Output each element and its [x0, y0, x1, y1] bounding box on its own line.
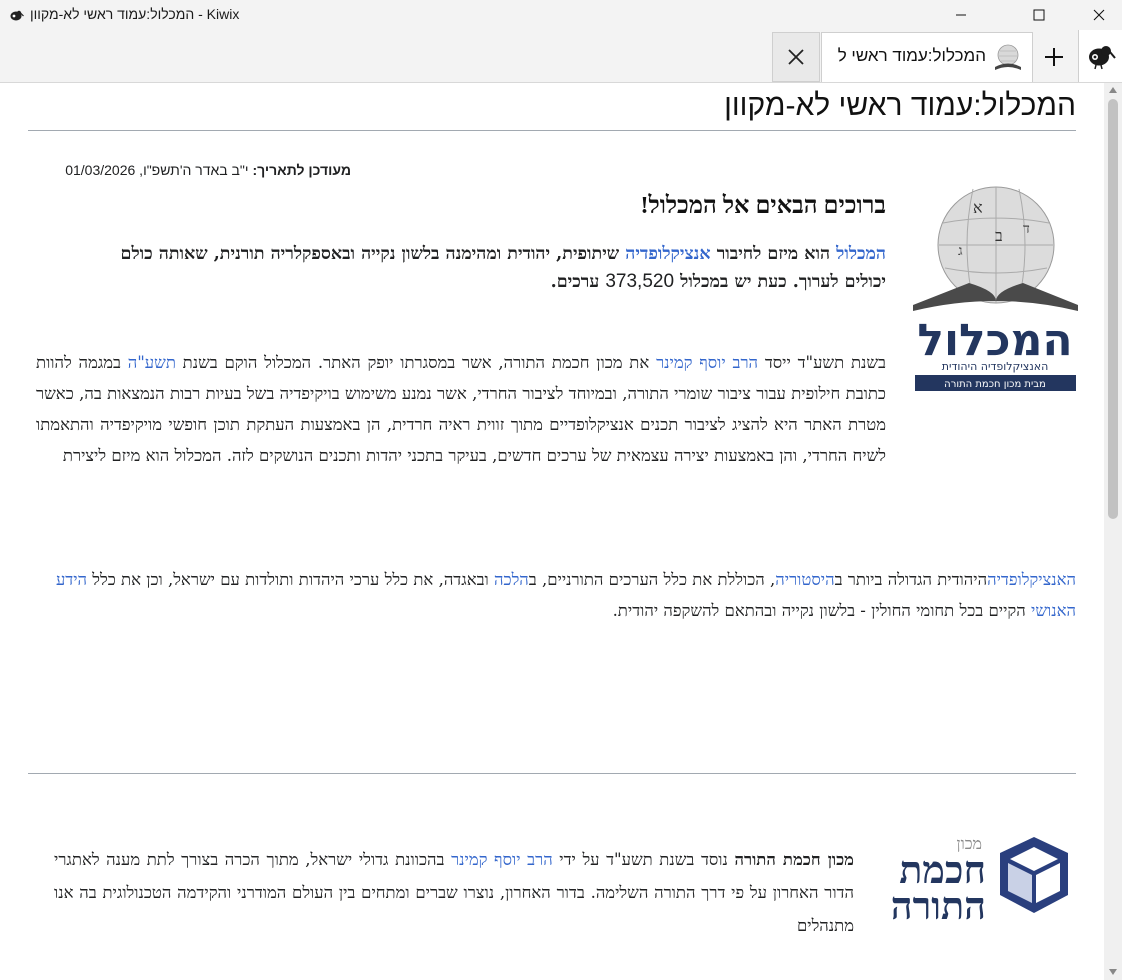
link-halacha[interactable]: הלכה — [494, 570, 529, 589]
about-paragraph-bottom: האנציקלופדיההיהודית הגדולה ביותר בהיסטור… — [26, 564, 1076, 688]
tab-bar-empty-area — [0, 30, 772, 82]
hamichlol-favicon-icon — [995, 44, 1021, 70]
svg-text:ג: ג — [958, 243, 963, 259]
vertical-scrollbar[interactable] — [1104, 83, 1122, 980]
close-icon — [1093, 9, 1105, 21]
para-text-6: ובאגדה, את כלל ערכי היהדות ותולדות עם יש… — [92, 570, 489, 589]
updated-label: מעודכן לתאריך: — [252, 162, 351, 178]
scrollbar-thumb[interactable] — [1108, 99, 1118, 519]
tab-bar: המכלול:עמוד ראשי ל — [0, 30, 1122, 83]
link-rabbi-kaminer[interactable]: הרב יוסף קמינר — [656, 353, 758, 372]
link-history[interactable]: היסטוריה — [775, 570, 834, 589]
link-hamichlol[interactable]: המכלול — [836, 244, 886, 264]
tab-main-page[interactable]: המכלול:עמוד ראשי ל — [821, 32, 1033, 82]
welcome-heading: ברוכים הבאים אל המכלול! — [640, 193, 886, 219]
link-the-encyclopedia[interactable]: האנציקלופדיה — [987, 570, 1076, 589]
scroll-up-arrow-icon[interactable] — [1109, 87, 1117, 93]
para-text-7: הקיים בכל תחומי החולין - בלשון נקייה ובה… — [612, 601, 1026, 620]
section-divider — [28, 773, 1076, 774]
close-tab-button[interactable] — [772, 32, 820, 82]
intro-text-3: ערכים. — [550, 272, 600, 292]
maximize-button[interactable] — [1016, 0, 1062, 30]
tab-title: המכלול:עמוד ראשי ל — [837, 46, 986, 65]
kiwix-bird-icon — [1089, 46, 1116, 70]
minimize-button[interactable] — [938, 0, 984, 30]
logo2-line2: התורה — [891, 883, 986, 925]
institute-paragraph: מכון חכמת התורה נוסד בשנת תשע"ד על ידי ה… — [54, 843, 854, 942]
machon-chochmat-hatorah-logo: מכון חכמת התורה — [891, 834, 1068, 925]
link-rabbi-kaminer-2[interactable]: הרב יוסף קמינר — [451, 850, 553, 869]
close-window-button[interactable] — [1076, 0, 1122, 30]
link-encyclopedia[interactable]: אנציקלופדיה — [625, 244, 710, 264]
window-title: המכלול:עמוד ראשי לא-מקוון - Kiwix — [30, 6, 240, 22]
hamichlol-logo: א ב ג ד המכלול האנציקלופדיה היהודית מבית… — [913, 186, 1078, 391]
intro-text-1: הוא מיזם לחיבור — [716, 244, 831, 264]
para-text-4: היהודית הגדולה ביותר ב — [834, 570, 988, 589]
maximize-icon — [1033, 9, 1045, 21]
window-title-bar: המכלול:עמוד ראשי לא-מקוון - Kiwix — [0, 0, 1122, 30]
svg-text:ד: ד — [1023, 221, 1030, 237]
link-year[interactable]: תשע"ה — [128, 353, 176, 372]
logo-sub-text: האנציקלופדיה היהודית — [942, 360, 1049, 373]
logo-main-text: המכלול — [917, 315, 1072, 366]
para-text-2: את מכון חכמת התורה, אשר במסגרתו יופק האת… — [182, 353, 650, 372]
kiwix-app-icon — [10, 10, 24, 21]
new-tab-button[interactable] — [1034, 32, 1074, 82]
svg-text:ב: ב — [995, 226, 1003, 245]
article-count: 373,520 — [605, 271, 675, 292]
kiwix-menu-button[interactable] — [1078, 30, 1122, 82]
close-tab-icon — [788, 49, 804, 65]
about-paragraph-top: בשנת תשע"ד ייסד הרב יוסף קמינר את מכון ח… — [36, 347, 886, 471]
intro-paragraph: המכלול הוא מיזם לחיבור אנציקלופדיה שיתופ… — [86, 241, 886, 296]
svg-text:א: א — [973, 198, 983, 217]
scroll-down-arrow-icon[interactable] — [1109, 969, 1117, 975]
institute-text-1: נוסד בשנת תשע"ד על ידי — [559, 850, 728, 869]
institute-name: מכון חכמת התורה — [734, 850, 854, 869]
logo-band-text: מבית מכון חכמת התורה — [944, 379, 1046, 390]
page-title: המכלול:עמוד ראשי לא-מקוון — [724, 89, 1076, 122]
minimize-icon — [956, 14, 966, 16]
para-text-1: בשנת תשע"ד ייסד — [764, 353, 886, 372]
para-text-5: , הכוללת את כלל הערכים התורניים, ב — [528, 570, 776, 589]
updated-date: מעודכן לתאריך: י"ב באדר ה'תשפ"ו, 01/03/2… — [65, 162, 351, 178]
page-content: המכלול:עמוד ראשי לא-מקוון מעודכן לתאריך:… — [0, 83, 1104, 980]
updated-value: י"ב באדר ה'תשפ"ו, 01/03/2026 — [65, 162, 249, 178]
title-divider — [28, 130, 1076, 131]
plus-icon — [1045, 48, 1063, 66]
